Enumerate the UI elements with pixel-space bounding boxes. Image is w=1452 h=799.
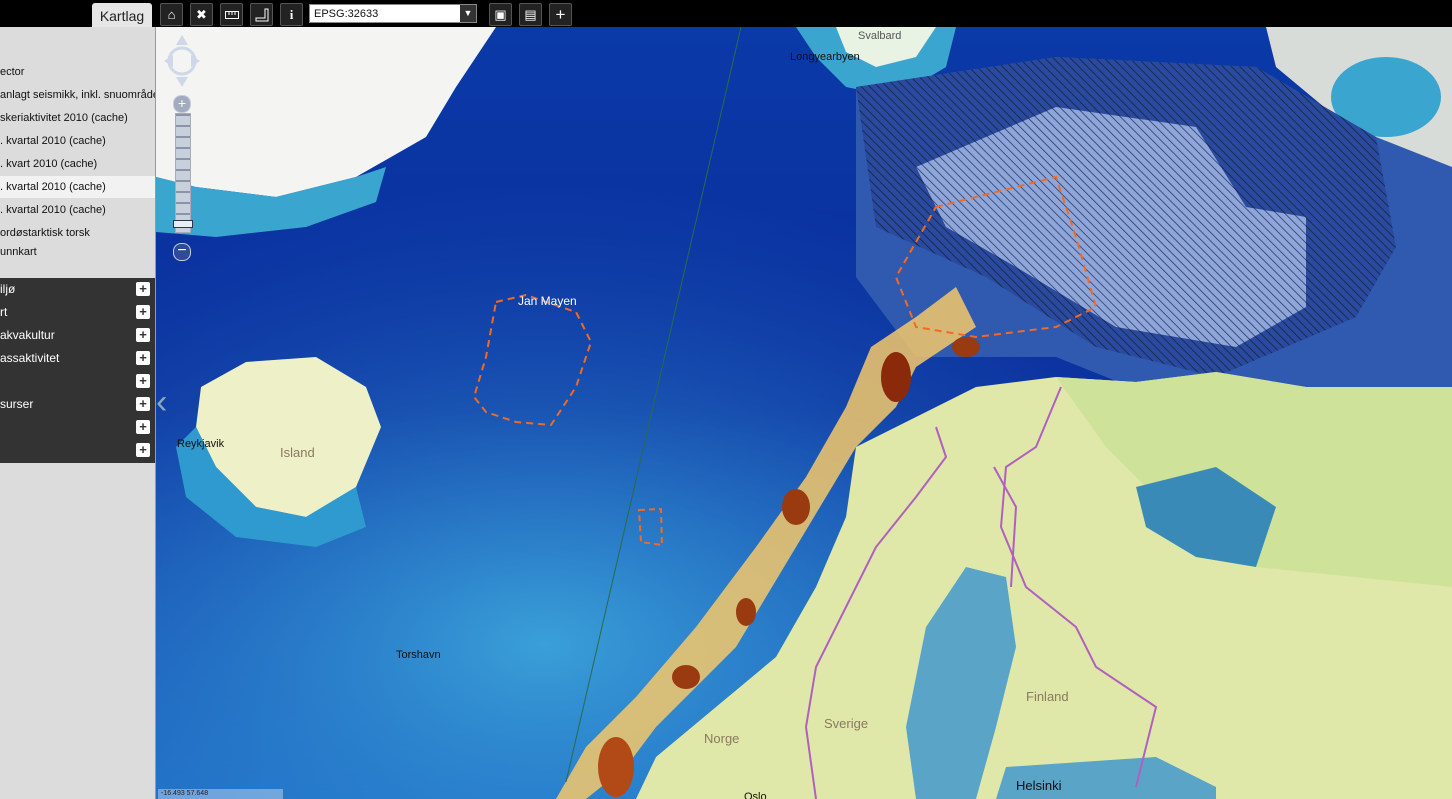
place-longyearbyen: Longyearbyen xyxy=(790,51,860,63)
group-label: assaktivitet xyxy=(0,351,60,365)
measure-length-button[interactable] xyxy=(220,3,243,26)
layer-item[interactable]: . kvartal 2010 (cache) xyxy=(0,199,155,221)
database-icon: ▤ xyxy=(524,6,537,22)
layer-groups: iljø + rt + akvakultur + assaktivitet + + su… xyxy=(0,278,155,463)
country-island: Island xyxy=(280,445,315,460)
group-label: iljø xyxy=(0,282,16,296)
place-torshavn: Torshavn xyxy=(396,649,441,661)
expand-icon[interactable]: + xyxy=(136,374,150,388)
info-button[interactable]: i xyxy=(280,3,303,26)
tab-kartlag[interactable]: Kartlag xyxy=(92,3,152,27)
expand-icon[interactable]: + xyxy=(136,443,150,457)
add-button[interactable]: + xyxy=(549,3,572,26)
expand-icon[interactable]: + xyxy=(136,305,150,319)
layer-item[interactable]: ector xyxy=(0,61,155,83)
database-button[interactable]: ▤ xyxy=(519,3,542,26)
zoom-slider[interactable]: + − xyxy=(173,95,193,261)
group-label: surser xyxy=(0,397,34,411)
pan-control[interactable] xyxy=(164,35,200,87)
country-finland: Finland xyxy=(1026,689,1069,704)
home-button[interactable]: ⌂ xyxy=(160,3,183,26)
map-canvas[interactable]: Longyearbyen Svalbard Jan Mayen Reykjavi… xyxy=(156,27,1452,799)
save-icon: ▣ xyxy=(494,6,507,22)
layer-group[interactable]: surser + xyxy=(0,393,155,416)
layer-group[interactable]: iljø + xyxy=(0,278,155,301)
layer-group[interactable]: + xyxy=(0,416,155,439)
crs-value: EPSG:32633 xyxy=(314,8,379,20)
expand-icon[interactable]: + xyxy=(136,282,150,296)
place-oslo: Oslo xyxy=(744,791,767,799)
tools-button[interactable]: ✖ xyxy=(190,3,213,26)
add-icon: + xyxy=(555,4,566,24)
layer-item[interactable]: skeriaktivitet 2010 (cache) xyxy=(0,107,155,129)
zoom-track[interactable] xyxy=(175,113,191,233)
layer-group[interactable]: + xyxy=(0,370,155,393)
layer-item[interactable]: . kvartal 2010 (cache) xyxy=(0,130,155,152)
zoom-in-icon[interactable]: + xyxy=(173,95,191,113)
layer-group[interactable]: assaktivitet + xyxy=(0,347,155,370)
coordinate-readout: -16.493 57.648 xyxy=(158,789,283,799)
expand-icon[interactable]: + xyxy=(136,351,150,365)
layer-group[interactable]: + xyxy=(0,439,155,462)
group-label: akvakultur xyxy=(0,328,55,342)
top-toolbar: Kartlag ⌂ ✖ i EPSG:32633 ▼ ▣ ▤ + xyxy=(0,0,1452,27)
place-reykjavik: Reykjavik xyxy=(177,438,225,450)
layer-sidebar: ector anlagt seismikk, inkl. snuområde s… xyxy=(0,27,155,799)
zoom-out-icon[interactable]: − xyxy=(173,243,191,261)
zoom-handle[interactable] xyxy=(173,220,193,228)
crs-select[interactable]: EPSG:32633 ▼ xyxy=(309,4,477,23)
country-sverige: Sverige xyxy=(824,716,869,731)
layer-group[interactable]: rt + xyxy=(0,301,155,324)
collapse-sidebar-icon[interactable]: ‹ xyxy=(156,382,176,422)
expand-icon[interactable]: + xyxy=(136,328,150,342)
group-label: rt xyxy=(0,305,8,319)
expand-icon[interactable]: + xyxy=(136,420,150,434)
save-button[interactable]: ▣ xyxy=(489,3,512,26)
place-jan-mayen: Jan Mayen xyxy=(518,294,577,308)
layer-item[interactable]: . kvart 2010 (cache) xyxy=(0,153,155,175)
chevron-down-icon[interactable]: ▼ xyxy=(460,5,476,22)
measure-length-icon xyxy=(224,10,239,19)
layer-item-selected[interactable]: . kvartal 2010 (cache) xyxy=(0,176,155,198)
map-background xyxy=(156,27,1452,799)
home-icon: ⌂ xyxy=(167,7,176,22)
measure-area-icon xyxy=(255,8,268,21)
layer-group[interactable]: akvakultur + xyxy=(0,324,155,347)
tools-icon: ✖ xyxy=(196,6,207,22)
layer-item[interactable]: anlagt seismikk, inkl. snuområde xyxy=(0,84,155,106)
country-norge: Norge xyxy=(704,731,740,746)
info-icon: i xyxy=(289,6,294,22)
place-helsinki: Helsinki xyxy=(1016,778,1062,793)
place-svalbard: Svalbard xyxy=(858,30,902,42)
measure-area-button[interactable] xyxy=(250,3,273,26)
layer-item[interactable]: unnkart xyxy=(0,241,155,263)
expand-icon[interactable]: + xyxy=(136,397,150,411)
